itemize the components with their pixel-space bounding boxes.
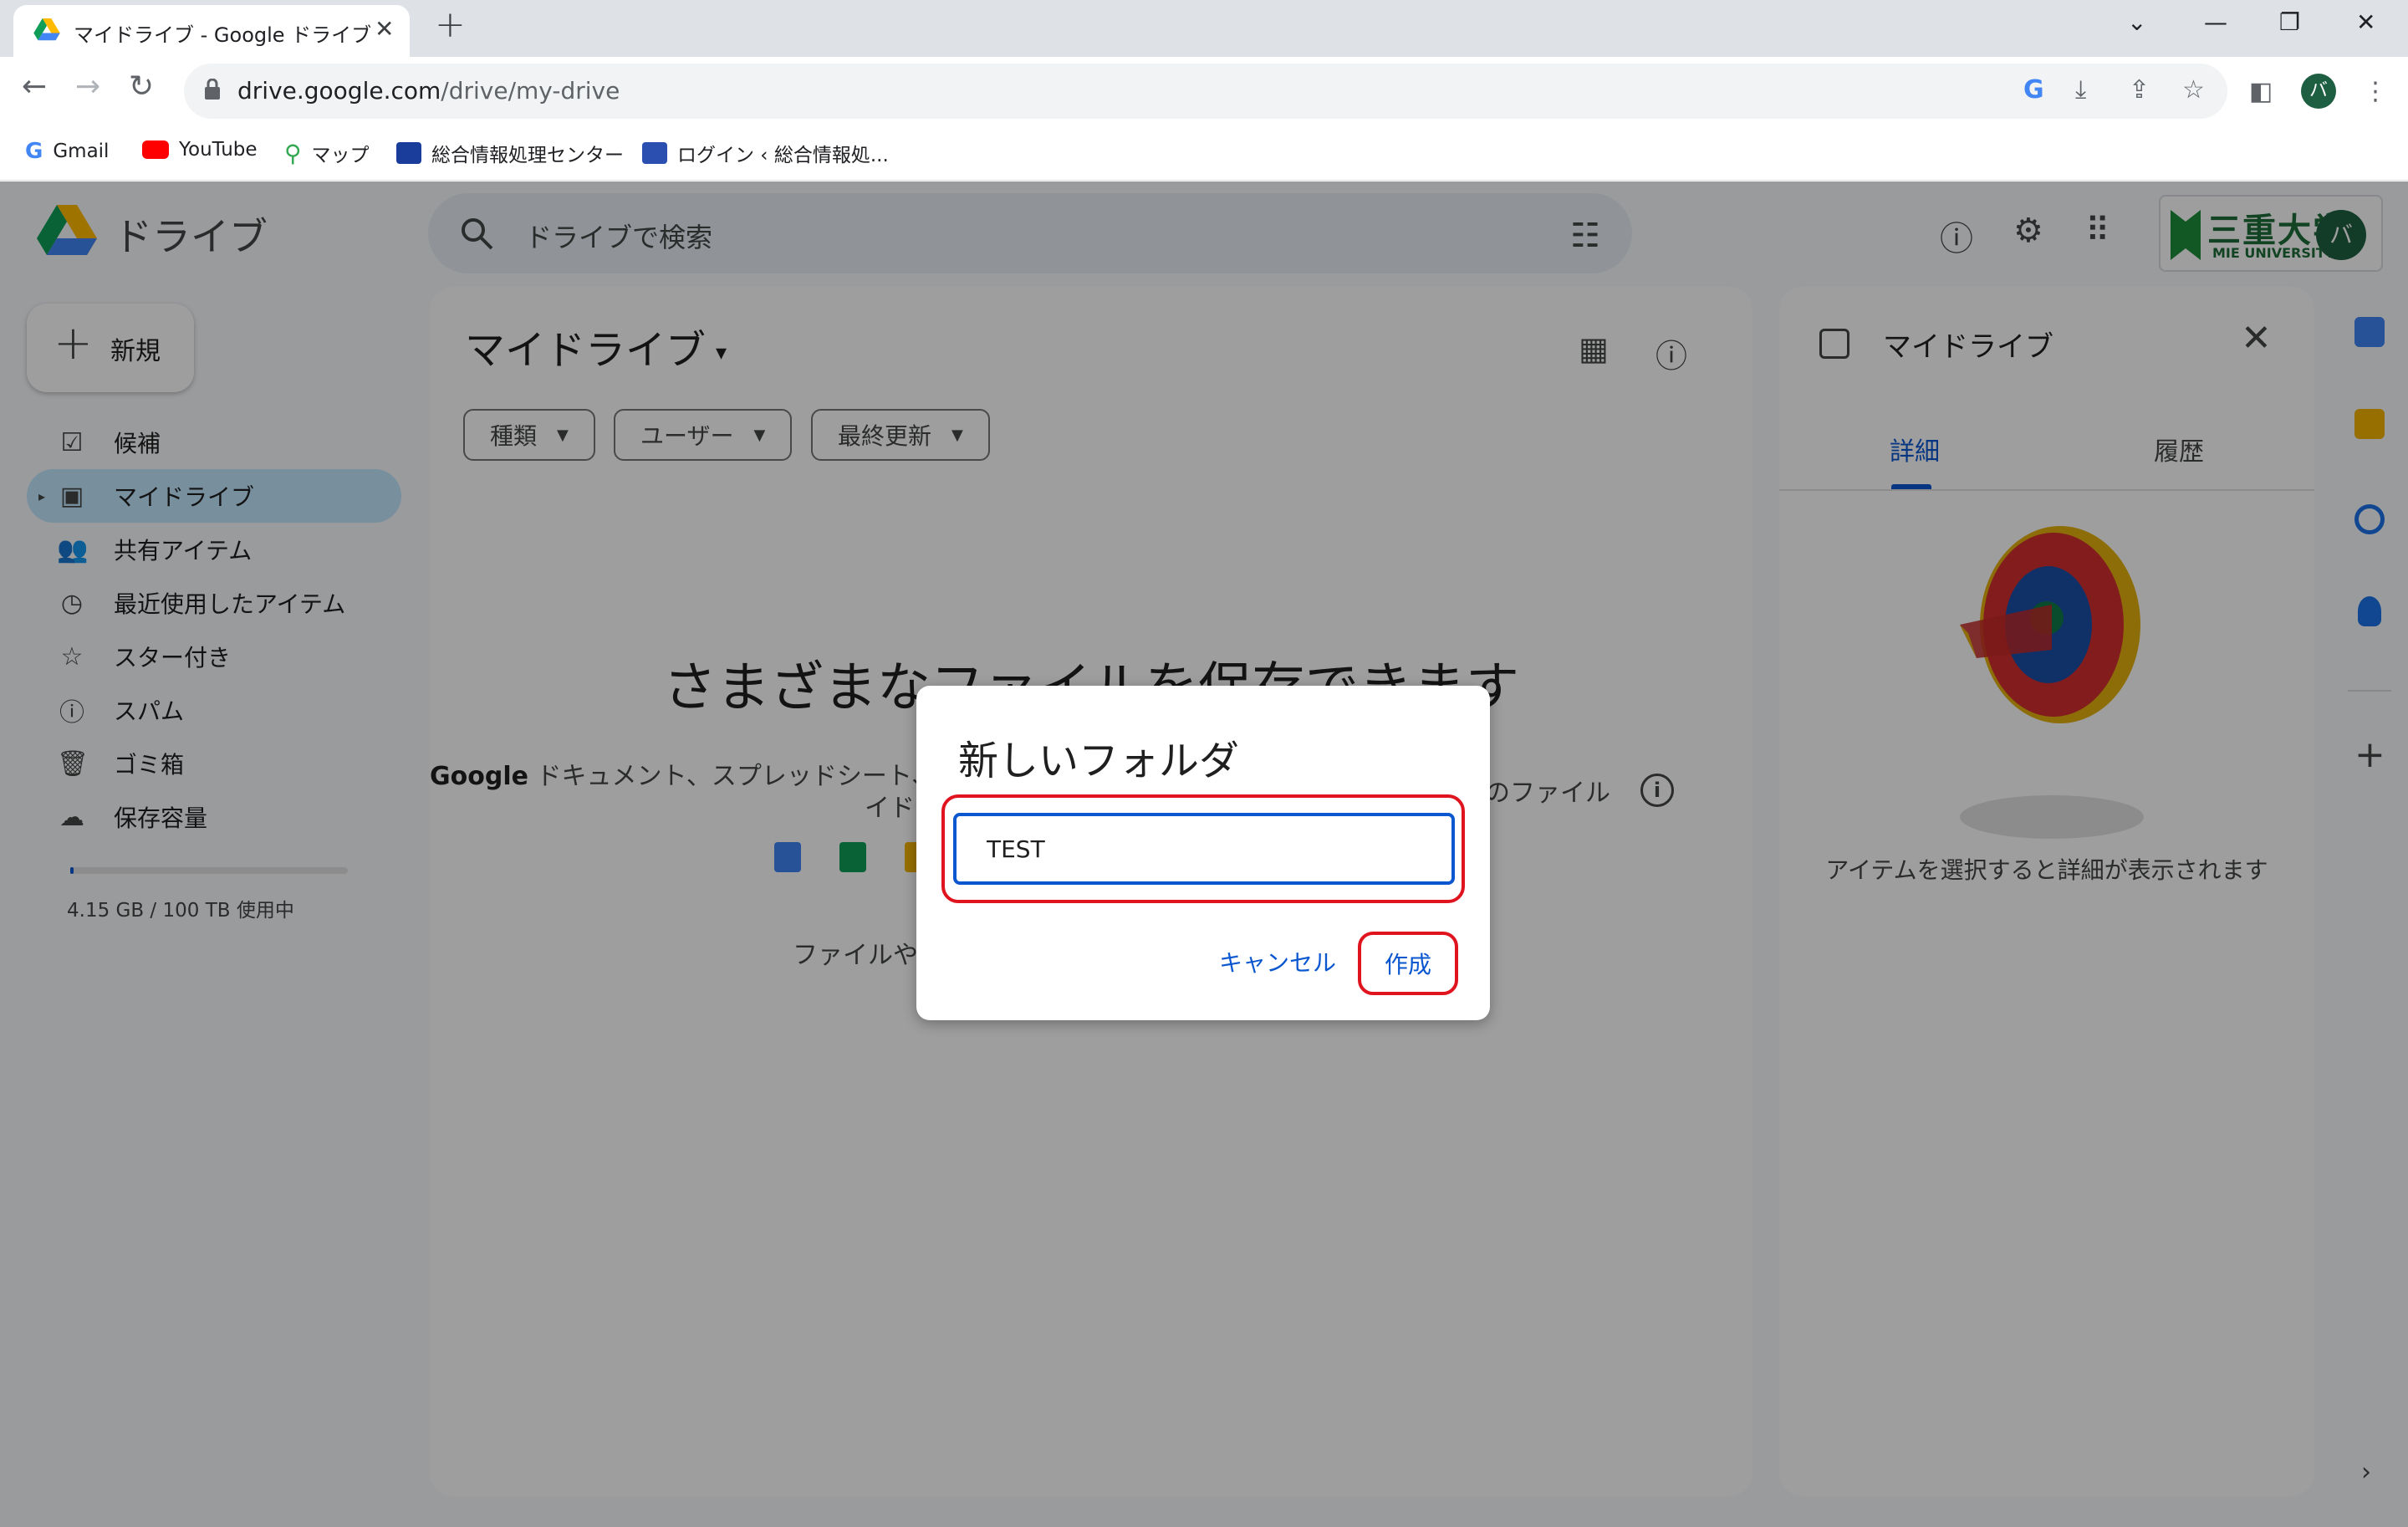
google-lens-icon[interactable]: G — [2023, 75, 2044, 105]
browser-tab-strip: マイドライブ - Google ドライブ ✕ + ⌄ — ❐ ✕ — [0, 0, 2408, 57]
browser-menu-icon[interactable]: ⋮ — [2363, 77, 2388, 106]
share-icon[interactable]: ⇪ — [2129, 75, 2150, 105]
window-close-icon[interactable]: ✕ — [2356, 8, 2375, 36]
bookmark-star-icon[interactable]: ☆ — [2182, 75, 2205, 105]
bookmark-youtube[interactable]: YouTube — [142, 139, 258, 161]
youtube-icon — [142, 140, 169, 159]
login-site-icon — [642, 142, 667, 164]
minimize-icon[interactable]: — — [2204, 8, 2227, 36]
address-bar[interactable]: drive.google.com/drive/my-drive G ⤓ ⇪ ☆ — [184, 64, 2227, 119]
tab-search-icon[interactable]: ⌄ — [2127, 8, 2146, 36]
new-tab-icon[interactable]: + — [435, 7, 466, 43]
restore-icon[interactable]: ❐ — [2279, 8, 2300, 36]
forward-icon[interactable]: → — [75, 72, 100, 102]
create-button[interactable]: 作成 — [1368, 937, 1448, 990]
drive-favicon-icon — [33, 18, 60, 41]
tab-title: マイドライブ - Google ドライブ — [74, 23, 372, 47]
browser-tab[interactable]: マイドライブ - Google ドライブ ✕ — [13, 5, 410, 57]
back-icon[interactable]: ← — [22, 72, 47, 102]
reload-icon[interactable]: ↻ — [129, 72, 154, 102]
side-panel-icon[interactable]: ◧ — [2249, 77, 2273, 106]
browser-profile-avatar[interactable]: バ — [2301, 74, 2336, 109]
cancel-button[interactable]: キャンセル — [1211, 937, 1344, 987]
url-text: drive.google.com/drive/my-drive — [237, 77, 620, 105]
bookmarks-bar: G Gmail YouTube ⚲ マップ 総合情報処理センター ログイン ‹ … — [0, 125, 2408, 181]
new-folder-dialog: 新しいフォルダ キャンセル 作成 — [916, 686, 1490, 1020]
info-center-icon — [396, 142, 421, 164]
lock-icon — [205, 79, 220, 100]
bookmark-info-center[interactable]: 総合情報処理センター — [396, 139, 624, 167]
bookmark-maps[interactable]: ⚲ マップ — [284, 139, 370, 167]
tab-close-icon[interactable]: ✕ — [375, 15, 394, 43]
dialog-title: 新しいフォルダ — [958, 738, 1240, 784]
bookmark-gmail[interactable]: G Gmail — [25, 139, 109, 164]
maps-pin-icon: ⚲ — [284, 139, 302, 167]
install-icon[interactable]: ⤓ — [2075, 75, 2086, 105]
bookmark-login[interactable]: ログイン ‹ 総合情報処... — [642, 139, 889, 167]
folder-name-input[interactable] — [953, 813, 1455, 885]
google-icon: G — [25, 139, 43, 164]
browser-toolbar: ← → ↻ drive.google.com/drive/my-drive G … — [0, 57, 2408, 125]
